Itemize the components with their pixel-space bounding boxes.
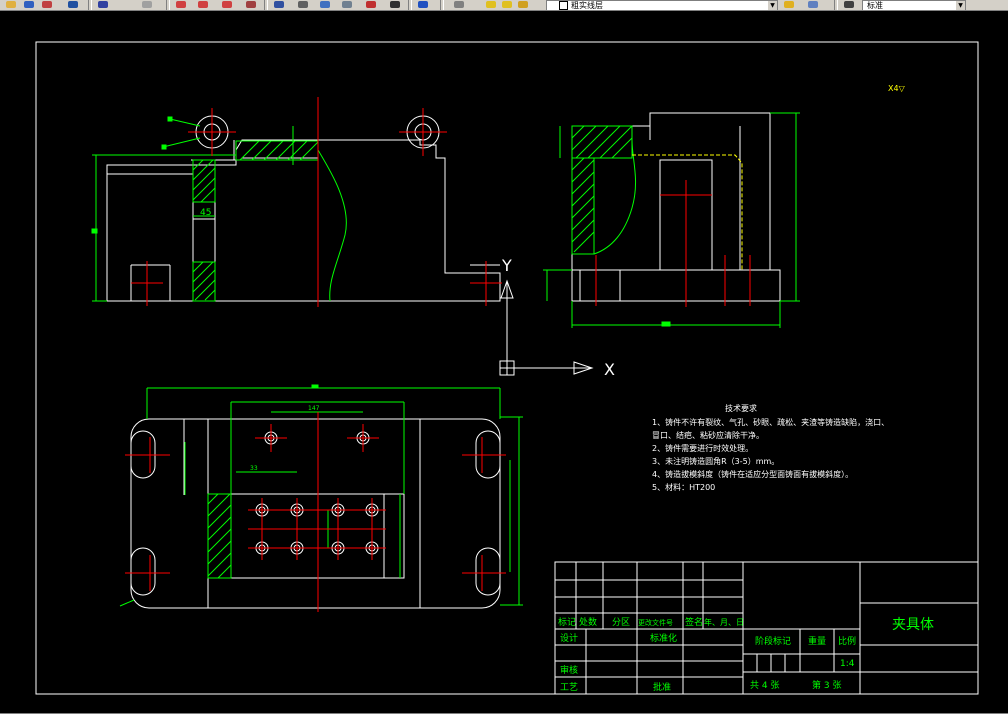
row-process: 工艺 [560,682,578,693]
open-icon[interactable] [4,0,18,9]
cad-toolbar: 粗实线层 ▼ 标准 ▼ [0,0,1008,11]
ucs-x-label: X [604,360,615,379]
sheet-set-icon[interactable] [364,0,378,9]
style-name: 标准 [867,1,883,10]
scale-note: X4▽ [888,84,906,93]
chevron-down-icon[interactable]: ▼ [956,1,965,10]
technical-requirements: 技术要求 1、铸件不许有裂纹、气孔、砂眼、疏松、夹渣等铸造缺陷，浇口、 冒口、结… [652,403,889,492]
table-icon[interactable] [388,0,402,9]
side-view [571,112,781,302]
tech-line: 1、铸件不许有裂纹、气孔、砂眼、疏松、夹渣等铸造缺陷，浇口、 [652,417,889,427]
chevron-down-icon[interactable]: ▼ [768,1,777,10]
dim-top-small: 33 [250,465,258,472]
undo-icon[interactable] [40,0,54,9]
row-review: 审核 [560,664,578,676]
tech-line: 2、铸件需要进行时效处理。 [652,443,753,453]
weight-label: 重量 [808,635,826,647]
toolbar-separator [834,0,838,10]
row-approve: 批准 [653,681,671,693]
header-cell: 更改文件号 [638,618,673,627]
pan-icon[interactable] [96,0,110,9]
layer-visibility-icon[interactable] [484,0,498,9]
toolbar-separator [88,0,92,10]
dim-style-icon[interactable] [842,0,856,9]
tech-title: 技术要求 [725,403,757,413]
ucs-icon: Y X [499,256,615,379]
ucs-y-label: Y [501,256,512,275]
layer-color-swatch [559,1,568,10]
help-icon[interactable] [416,0,430,9]
toolbar-separator [264,0,268,10]
header-cell: 签名 [685,616,703,628]
row-design: 设计 [560,632,578,644]
header-cell: 分区 [612,617,630,628]
toolbar-separator [408,0,412,10]
redo-icon[interactable] [66,0,80,9]
row-standard: 标准化 [650,632,677,644]
zoom-window-icon[interactable] [174,0,188,9]
zoom-realtime-icon[interactable] [140,0,154,9]
zoom-extents-icon[interactable] [220,0,234,9]
zoom-all-icon[interactable] [244,0,258,9]
header-cell: 标记 [558,616,576,628]
properties-icon[interactable] [296,0,310,9]
front-view-centerlines [131,97,502,307]
top-view-centerlines [125,412,506,612]
part-name: 夹具体 [892,617,934,633]
zoom-previous-icon[interactable] [196,0,210,9]
side-view-hatch [543,112,800,328]
stage-mark: 阶段标记 [755,635,791,647]
tech-line: 冒口、结疤、粘砂应清除干净。 [652,430,764,440]
sheet-current: 第 3 张 [812,679,841,691]
scale-label: 比例 [838,635,856,647]
toolbar-separator [166,0,170,10]
sheets-total: 共 4 张 [750,680,779,691]
dim-front-width: 45 [200,208,211,218]
header-cell: 处数 [579,616,597,628]
dim-top-center: 147 [308,405,320,412]
tech-line: 3、未注明铸造圆角R（3-5）mm。 [652,456,779,466]
tech-line: 4、铸造拔模斜度（铸件在适应分型面铸面有拔模斜度）。 [652,469,853,479]
text-style-icon[interactable] [272,0,286,9]
save-icon[interactable] [22,0,36,9]
top-view [130,418,501,609]
layer-previous-icon[interactable] [806,0,820,9]
side-view-centerlines [595,180,751,307]
make-current-icon[interactable] [782,0,796,9]
toolbar-separator [440,0,444,10]
scale-value: 1:4 [840,659,855,669]
drawing-canvas[interactable]: X4▽ 45 Y X 147 33 技术要求 1、铸件不许有裂纹、气孔、砂眼、疏… [0,11,1008,714]
layer-freeze-icon[interactable] [500,0,514,9]
layer-manager-icon[interactable] [452,0,466,9]
style-dropdown[interactable]: 标准 ▼ [862,0,966,10]
layer-dropdown[interactable]: 粗实线层 ▼ [546,0,778,10]
tool-palette-icon[interactable] [340,0,354,9]
layer-name: 粗实线层 [571,1,603,10]
layer-lock-icon[interactable] [516,0,530,9]
design-center-icon[interactable] [318,0,332,9]
front-view-hatch: 45 [91,116,347,302]
header-cell: 年、月、日 [704,617,744,627]
front-view [106,115,501,302]
tech-line: 5、材料：HT200 [652,482,715,492]
